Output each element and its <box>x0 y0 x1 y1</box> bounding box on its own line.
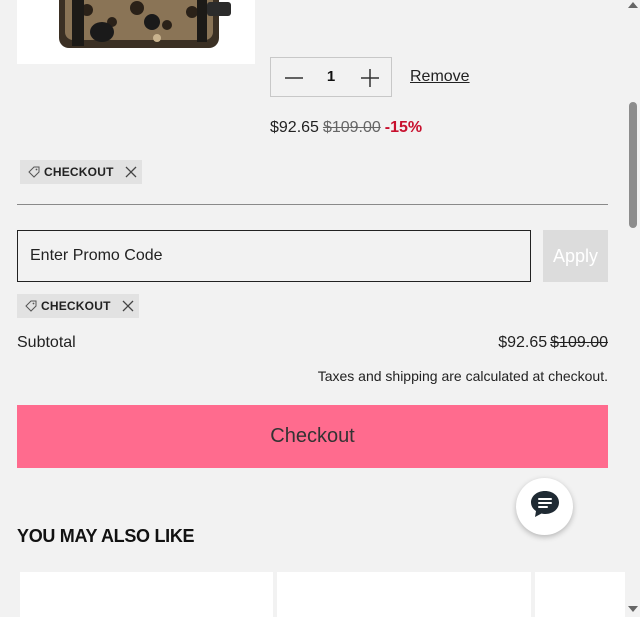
tag-icon <box>28 166 40 178</box>
quantity-stepper[interactable]: 1 <box>270 57 392 97</box>
apply-button[interactable]: Apply <box>543 230 608 282</box>
subtotal-label: Subtotal <box>17 334 76 351</box>
discount-tag-label: CHECKOUT <box>41 299 111 313</box>
promo-code-input[interactable] <box>17 230 531 282</box>
minus-icon[interactable] <box>283 67 305 89</box>
chat-icon <box>529 489 561 524</box>
price-was: $109.00 <box>322 119 381 136</box>
divider <box>17 204 608 205</box>
tag-icon <box>25 300 37 312</box>
remove-link[interactable]: Remove <box>410 68 470 86</box>
plus-icon[interactable] <box>359 67 381 89</box>
recommendation-card[interactable] <box>20 572 273 617</box>
price-now: $92.65 <box>270 119 319 136</box>
quantity-value[interactable]: 1 <box>315 58 347 96</box>
tax-note: Taxes and shipping are calculated at che… <box>317 368 608 384</box>
recommendation-card[interactable] <box>277 572 531 617</box>
item-price: $92.65 $109.00 -15% <box>270 119 422 137</box>
discount-tag: CHECKOUT <box>17 294 139 318</box>
discount-tag: CHECKOUT <box>20 160 142 184</box>
product-image[interactable] <box>17 0 255 64</box>
recommendations-title: YOU MAY ALSO LIKE <box>17 526 195 546</box>
scroll-up-arrow-icon[interactable] <box>628 2 638 8</box>
scrollbar[interactable] <box>626 0 640 617</box>
chat-button[interactable] <box>516 478 573 535</box>
subtotal-value: $92.65 $109.00 <box>498 334 608 352</box>
close-icon[interactable] <box>124 165 138 179</box>
scroll-down-arrow-icon[interactable] <box>628 606 638 612</box>
discount-percent: -15% <box>384 119 423 136</box>
subtotal-now: $92.65 <box>498 334 548 351</box>
close-icon[interactable] <box>121 299 135 313</box>
bag-image <box>17 0 255 64</box>
recommendation-card[interactable] <box>535 572 625 617</box>
checkout-button[interactable]: Checkout <box>17 405 608 468</box>
discount-tag-label: CHECKOUT <box>44 165 114 179</box>
subtotal-was: $109.00 <box>550 334 608 351</box>
scroll-thumb[interactable] <box>629 102 637 228</box>
